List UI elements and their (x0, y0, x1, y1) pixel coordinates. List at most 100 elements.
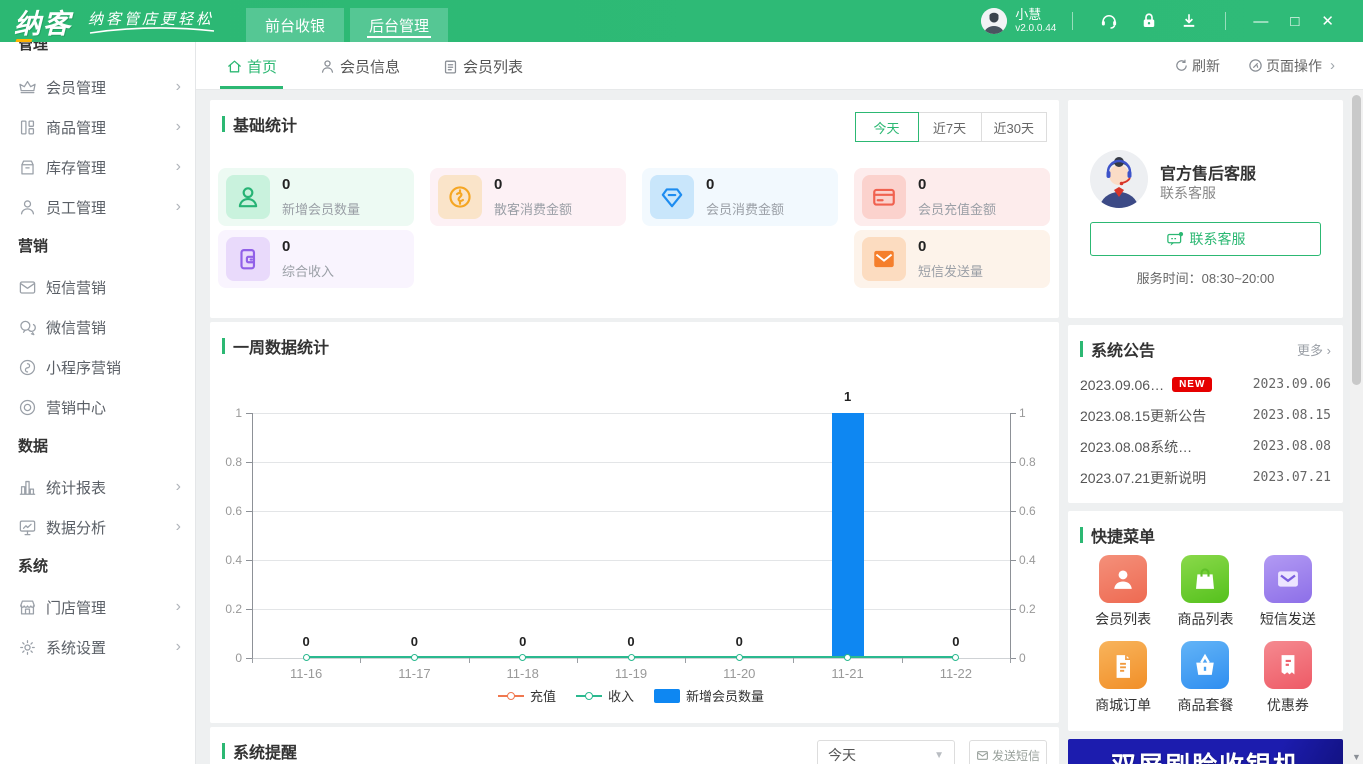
line-point-11-22[interactable] (952, 654, 959, 661)
header-actions: 刷新 页面操作 › (1146, 42, 1363, 89)
chevron-right-icon: › (176, 599, 181, 615)
sidebar-item[interactable]: 门店管理› (0, 587, 195, 627)
sidebar-item[interactable]: 统计报表› (0, 467, 195, 507)
service-subtitle: 联系客服 (1160, 183, 1216, 203)
line-point-11-16[interactable] (303, 654, 310, 661)
chevron-right-icon[interactable]: › (1330, 57, 1335, 74)
bar-11-21[interactable] (832, 413, 864, 658)
service-agent-avatar (1090, 150, 1148, 208)
x-tick (793, 658, 794, 663)
announcement-row[interactable]: 2023.09.06…NEW2023.09.06 (1080, 369, 1331, 400)
reminder-range-select[interactable]: 今天 ▼ (817, 740, 955, 764)
x-tick (577, 658, 578, 663)
quick-menu-item[interactable]: 商品列表 (1164, 555, 1246, 629)
sidebar-item[interactable]: 员工管理› (0, 187, 195, 227)
line-point-11-17[interactable] (411, 654, 418, 661)
range-button[interactable]: 近7天 (918, 112, 982, 142)
announcement-row[interactable]: 2023.07.21更新说明2023.07.21 (1080, 462, 1331, 493)
content-tab[interactable]: 首页 (226, 42, 277, 89)
promo-banner[interactable]: 双屏刷脸收银机 (1068, 739, 1343, 764)
announcement-row[interactable]: 2023.08.15更新公告2023.08.15 (1080, 400, 1331, 431)
quick-menu-label: 会员列表 (1095, 609, 1151, 629)
quick-menu-item[interactable]: 会员列表 (1082, 555, 1164, 629)
divider (1225, 12, 1226, 30)
crown-icon (18, 78, 37, 97)
legend-item[interactable]: 收入 (576, 686, 634, 705)
point-value-label: 0 (503, 634, 543, 649)
y-axis-label: 1 (208, 406, 242, 420)
weekly-chart-panel: 一周数据统计 000.20.20.40.40.60.60.80.81110000… (210, 322, 1059, 723)
maximize-button[interactable]: □ (1290, 14, 1299, 29)
sidebar-item[interactable]: 小程序营销 (0, 347, 195, 387)
sidebar-item[interactable]: 商品管理› (0, 107, 195, 147)
coin-icon (438, 175, 482, 219)
sms-icon (18, 278, 37, 297)
chevron-right-icon: › (176, 519, 181, 535)
content-tab[interactable]: 会员信息 (319, 42, 400, 89)
content-tab[interactable]: 会员列表 (442, 42, 523, 89)
page-ops-button[interactable]: 页面操作 (1248, 56, 1322, 76)
stat-value: 0 (706, 176, 714, 193)
legend-line-marker (576, 689, 602, 702)
sidebar-section-header: 数据 (0, 427, 195, 467)
line-point-11-20[interactable] (736, 654, 743, 661)
x-tick (360, 658, 361, 663)
x-axis-label: 11-18 (488, 666, 558, 681)
sidebar-item[interactable]: 营销中心 (0, 387, 195, 427)
chevron-right-icon: › (176, 639, 181, 655)
minimize-button[interactable]: — (1253, 14, 1268, 29)
quick-menu-item[interactable]: 商品套餐 (1164, 641, 1246, 715)
quick-menu-item[interactable]: 短信发送 (1247, 555, 1329, 629)
divider (1072, 12, 1073, 30)
support-icon[interactable] (1099, 11, 1119, 31)
stat-card: 0会员消费金额 (642, 168, 838, 226)
range-button[interactable]: 今天 (855, 112, 919, 142)
gridline (252, 560, 1010, 561)
sidebar-item[interactable]: 系统设置› (0, 627, 195, 667)
download-icon[interactable] (1179, 11, 1199, 31)
date-range-toggle: 今天近7天近30天 (856, 112, 1047, 142)
refresh-button[interactable]: 刷新 (1174, 56, 1220, 76)
announcements-more-link[interactable]: 更多 › (1297, 340, 1331, 359)
sidebar-clipped-item[interactable]: 管理 (18, 42, 48, 54)
close-button[interactable]: ✕ (1321, 14, 1334, 29)
mode-tab-cashier[interactable]: 前台收银 (246, 8, 344, 42)
range-button[interactable]: 近30天 (981, 112, 1047, 142)
basic-stats-panel: 基础统计 今天近7天近30天 0新增会员数量0散客消费金额0会员消费金额0会员充… (210, 100, 1059, 318)
refresh-label: 刷新 (1192, 56, 1220, 76)
sidebar-item-label: 统计报表 (46, 477, 106, 498)
sidebar: 管理 会员管理›商品管理›库存管理›员工管理›营销短信营销微信营销小程序营销营销… (0, 42, 196, 764)
scrollbar-down-arrow[interactable]: ▼ (1350, 752, 1363, 762)
x-axis-label: 11-22 (921, 666, 991, 681)
mode-tab-backend[interactable]: 后台管理 (350, 8, 448, 42)
legend-item[interactable]: 新增会员数量 (654, 686, 764, 705)
contact-service-button[interactable]: 联系客服 (1090, 222, 1321, 256)
sidebar-item[interactable]: 短信营销 (0, 267, 195, 307)
mail-icon (862, 237, 906, 281)
sidebar-item[interactable]: 数据分析› (0, 507, 195, 547)
content-tab-label: 首页 (247, 56, 277, 77)
user-meta[interactable]: 小慧 v2.0.0.44 (1015, 8, 1056, 34)
app-logo: 纳客 (14, 2, 72, 41)
sidebar-item[interactable]: 库存管理› (0, 147, 195, 187)
sidebar-item[interactable]: 会员管理› (0, 67, 195, 107)
quick-menu-item[interactable]: 商城订单 (1082, 641, 1164, 715)
line-point-11-19[interactable] (628, 654, 635, 661)
list-icon (442, 58, 459, 75)
quick-menu-item[interactable]: 优惠券 (1247, 641, 1329, 715)
page-scrollbar[interactable]: ▼ (1350, 90, 1363, 764)
gem-icon (650, 175, 694, 219)
y-axis-label-right: 0.4 (1019, 553, 1053, 567)
scrollbar-thumb[interactable] (1352, 95, 1361, 385)
legend-item[interactable]: 充值 (498, 686, 556, 705)
sidebar-item[interactable]: 微信营销 (0, 307, 195, 347)
announcement-row[interactable]: 2023.08.08系统…2023.08.08 (1080, 431, 1331, 462)
line-point-11-18[interactable] (519, 654, 526, 661)
x-axis-label: 11-17 (379, 666, 449, 681)
send-sms-button[interactable]: 发送短信 (969, 740, 1047, 764)
lock-icon[interactable] (1139, 11, 1159, 31)
line-point-11-21[interactable] (844, 654, 851, 661)
stat-label: 散客消费金额 (494, 199, 572, 218)
avatar[interactable] (981, 8, 1007, 34)
system-reminder-title: 系统提醒 (233, 739, 297, 763)
